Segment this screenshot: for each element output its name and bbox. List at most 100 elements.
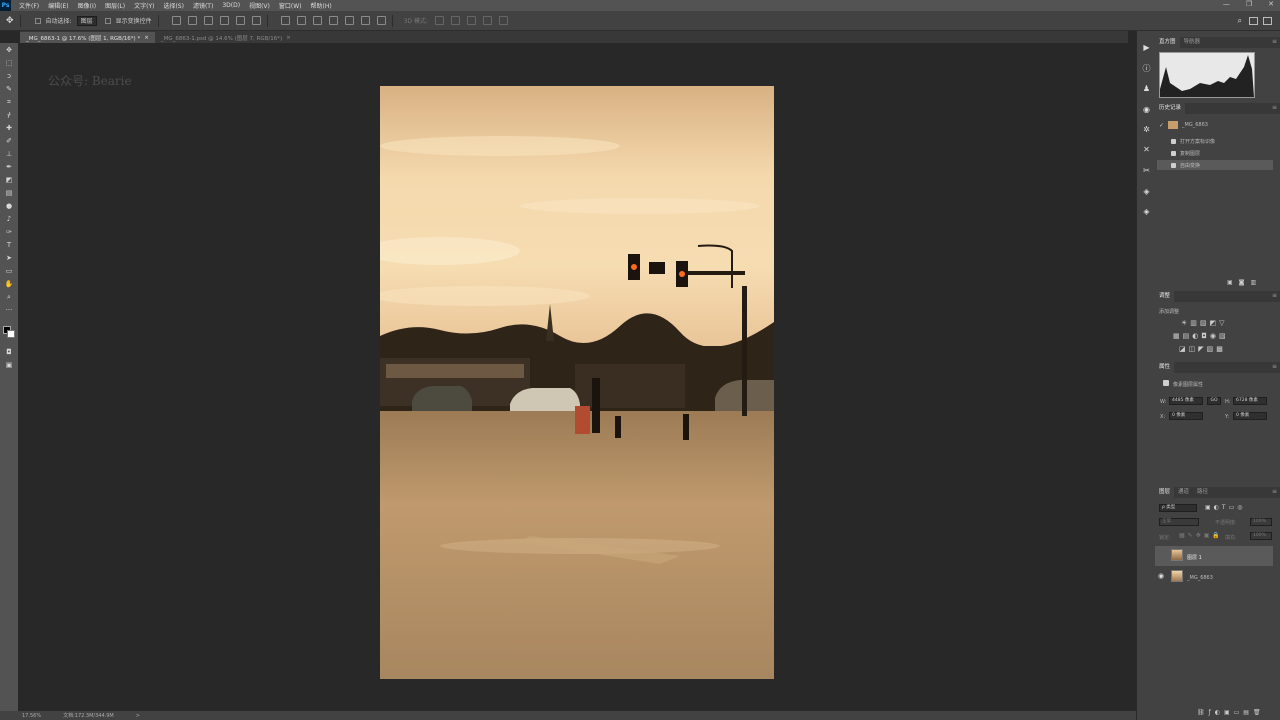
history-brush-tool-icon[interactable]: ✒ <box>3 162 15 172</box>
close-window-icon[interactable]: ✕ <box>1268 0 1274 8</box>
auto-select-dropdown[interactable]: 图层 <box>76 15 97 26</box>
distribute-right-icon[interactable] <box>360 16 370 25</box>
visibility-toggle-empty[interactable] <box>1157 551 1165 559</box>
distribute-bottom-icon[interactable] <box>312 16 322 25</box>
tab-channels[interactable]: 通道 <box>1174 487 1193 498</box>
3d-slide-icon[interactable] <box>482 16 492 25</box>
tab-history[interactable]: 历史记录 <box>1155 103 1186 114</box>
search-icon[interactable]: ⌕ <box>1238 16 1242 26</box>
layer-row-selected[interactable]: 图层 1 <box>1155 546 1273 566</box>
move-tool-icon[interactable]: ✥ <box>3 45 15 55</box>
dodge-tool-icon[interactable]: ♪ <box>3 214 15 224</box>
menu-filter[interactable]: 滤镜(T) <box>193 1 213 10</box>
layer-name[interactable]: 图层 1 <box>1187 554 1202 561</box>
plugin-green-icon[interactable]: ◈ <box>1141 206 1152 217</box>
quick-select-tool-icon[interactable]: ✎ <box>3 84 15 94</box>
move-tool-icon[interactable]: ✥ <box>6 16 14 26</box>
more-tools-icon[interactable]: ··· <box>3 305 15 315</box>
menu-image[interactable]: 图像(I) <box>78 1 96 10</box>
3d-roll-icon[interactable] <box>450 16 460 25</box>
opacity-field[interactable]: 100% <box>1250 518 1272 526</box>
menu-file[interactable]: 文件(F) <box>19 1 39 10</box>
show-transform-checkbox[interactable] <box>104 17 111 24</box>
layer-row[interactable]: ◉ _MG_6863 <box>1155 567 1273 587</box>
minimize-icon[interactable]: — <box>1223 0 1230 8</box>
tab-histogram[interactable]: 直方图 <box>1155 37 1180 48</box>
menu-help[interactable]: 帮助(H) <box>311 1 332 10</box>
brush-tool-icon[interactable]: ✐ <box>3 136 15 146</box>
screen-mode-icon[interactable]: ▣ <box>3 360 15 370</box>
distribute-vcenter-icon[interactable] <box>296 16 306 25</box>
align-bottom-icon[interactable] <box>203 16 213 25</box>
3d-rotate-icon[interactable] <box>434 16 444 25</box>
share-icon[interactable] <box>1263 16 1272 25</box>
tab-document-1[interactable]: _MG_6863-1 @ 17.6% (图层 1, RGB/16*) * × <box>20 32 155 43</box>
adjustment-icons-row-3[interactable]: ◪◫◤▨▩ <box>1179 345 1226 353</box>
tab-paths[interactable]: 路径 <box>1193 487 1212 498</box>
history-item[interactable]: 打开方案标识像 <box>1171 136 1280 146</box>
distribute-left-icon[interactable] <box>328 16 338 25</box>
close-tab-icon[interactable]: × <box>286 35 291 41</box>
eraser-tool-icon[interactable]: ◩ <box>3 175 15 185</box>
width-field[interactable]: 4485 像素 <box>1169 397 1203 405</box>
menu-view[interactable]: 视图(V) <box>249 1 270 10</box>
menu-edit[interactable]: 编辑(E) <box>48 1 68 10</box>
menu-select[interactable]: 选择(S) <box>163 1 184 10</box>
auto-select-checkbox[interactable] <box>34 17 41 24</box>
crop-tool-icon[interactable]: ⌗ <box>3 97 15 107</box>
adjustment-icons-row-2[interactable]: ▦▤◐◘◉▧ <box>1173 332 1229 340</box>
align-right-icon[interactable] <box>251 16 261 25</box>
distribute-hcenter-icon[interactable] <box>344 16 354 25</box>
panel-menu-icon[interactable]: ≡ <box>1272 104 1277 111</box>
3d-scale-icon[interactable] <box>498 16 508 25</box>
x-field[interactable]: 0 像素 <box>1169 412 1203 420</box>
menu-window[interactable]: 窗口(W) <box>279 1 302 10</box>
hand-tool-icon[interactable]: ✋ <box>3 279 15 289</box>
align-top-icon[interactable] <box>171 16 181 25</box>
layer-name[interactable]: _MG_6863 <box>1187 575 1213 581</box>
background-color-swatch[interactable] <box>7 330 15 338</box>
align-vcenter-icon[interactable] <box>187 16 197 25</box>
path-select-tool-icon[interactable]: ➤ <box>3 253 15 263</box>
brush-settings-icon[interactable]: ✂ <box>1141 165 1152 176</box>
color-wheel-icon[interactable]: ◉ <box>1141 104 1152 115</box>
pen-tool-icon[interactable]: ✑ <box>3 227 15 237</box>
y-field[interactable]: 0 像素 <box>1233 412 1267 420</box>
fill-field[interactable]: 100% <box>1250 532 1272 540</box>
restore-icon[interactable]: ❐ <box>1246 0 1252 8</box>
tools-cross-icon[interactable]: ✕ <box>1141 144 1152 155</box>
info-icon[interactable]: ⓘ <box>1141 63 1152 74</box>
history-item-selected[interactable]: 自由变换 <box>1157 160 1273 170</box>
auto-align-icon[interactable] <box>376 16 386 25</box>
tab-properties[interactable]: 属性 <box>1155 362 1175 373</box>
panel-menu-icon[interactable]: ≡ <box>1272 38 1277 45</box>
document-image[interactable] <box>380 86 774 679</box>
quick-mask-icon[interactable]: ◘ <box>3 347 15 357</box>
align-left-icon[interactable] <box>219 16 229 25</box>
lasso-tool-icon[interactable]: ↄ <box>3 71 15 81</box>
tab-layers[interactable]: 图层 <box>1155 487 1175 498</box>
close-tab-icon[interactable]: × <box>144 35 149 41</box>
menu-type[interactable]: 文字(Y) <box>134 1 154 10</box>
rectangle-tool-icon[interactable]: ▭ <box>3 266 15 276</box>
tab-document-2[interactable]: _MG_6863-1.psd @ 14.6% (图层 7, RGB/16*) × <box>155 32 297 43</box>
panel-menu-icon[interactable]: ≡ <box>1272 488 1277 495</box>
align-hcenter-icon[interactable] <box>235 16 245 25</box>
history-item[interactable]: 复制图层 <box>1171 148 1280 158</box>
distribute-top-icon[interactable] <box>280 16 290 25</box>
panel-menu-icon[interactable]: ≡ <box>1272 363 1277 370</box>
status-menu-arrow[interactable]: > <box>136 713 140 719</box>
lock-icons[interactable]: ▦✎✥▣🔒 <box>1179 532 1223 539</box>
layer-filter-icons[interactable]: ▣◐T▭◎ <box>1205 504 1245 511</box>
tab-navigator[interactable]: 导航器 <box>1180 37 1205 48</box>
character-icon[interactable]: ♟ <box>1141 83 1152 94</box>
height-field[interactable]: 6728 像素 <box>1233 397 1267 405</box>
eye-visibility-icon[interactable]: ◉ <box>1158 572 1164 580</box>
panel-menu-icon[interactable]: ≡ <box>1272 292 1277 299</box>
blur-tool-icon[interactable]: ● <box>3 201 15 211</box>
tab-adjustments[interactable]: 调整 <box>1155 291 1175 302</box>
blend-mode-dropdown[interactable]: 正常 <box>1159 518 1199 526</box>
3d-pan-icon[interactable] <box>466 16 476 25</box>
menu-3d[interactable]: 3D(D) <box>222 2 240 9</box>
gradient-tool-icon[interactable]: ▤ <box>3 188 15 198</box>
